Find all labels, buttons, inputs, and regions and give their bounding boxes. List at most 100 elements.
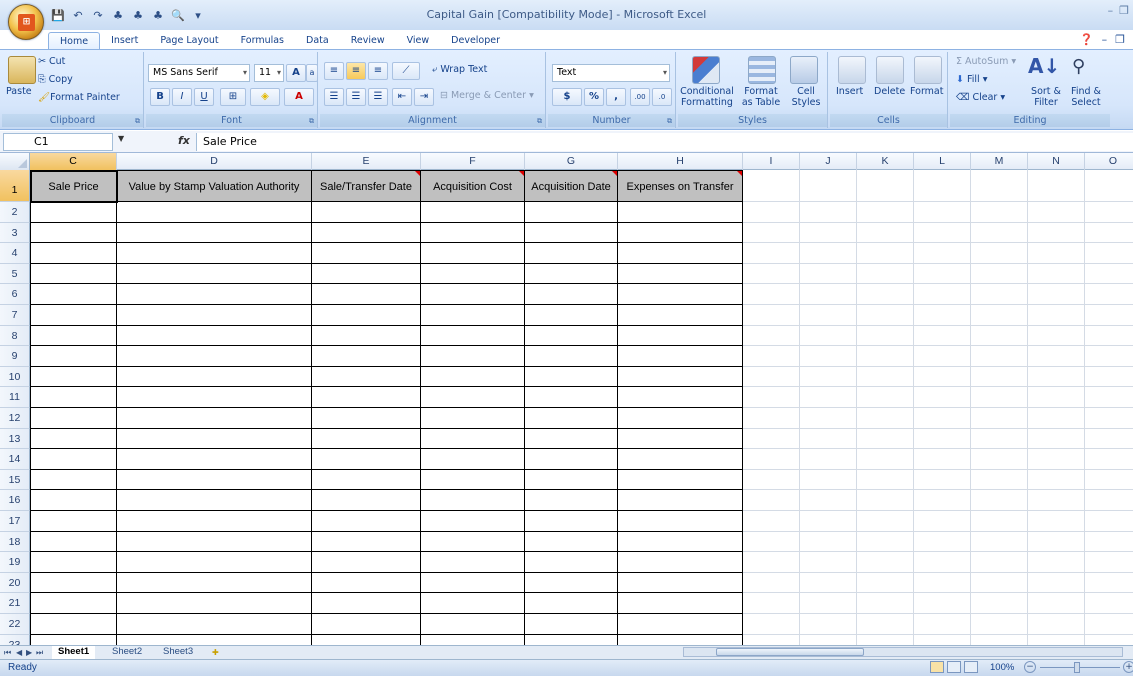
table-cell[interactable]	[618, 531, 743, 553]
paste-icon[interactable]	[8, 56, 36, 84]
sheet-tab-sheet1[interactable]: Sheet1	[52, 646, 96, 659]
sort-az-icon[interactable]: A↓	[1028, 54, 1060, 78]
table-cell[interactable]	[421, 243, 525, 264]
row-header[interactable]: 23	[0, 634, 30, 645]
cut-button[interactable]: ✂ Cut	[38, 56, 65, 67]
table-cell[interactable]	[312, 325, 421, 347]
font-size-select[interactable]: 11 ▾	[254, 64, 284, 82]
table-cell[interactable]	[117, 243, 312, 264]
tab-formulas[interactable]: Formulas	[230, 32, 295, 50]
table-cell[interactable]	[312, 346, 421, 367]
table-cell[interactable]	[312, 634, 421, 645]
percent-button[interactable]: %	[584, 88, 604, 106]
table-cell[interactable]	[618, 593, 743, 614]
table-cell[interactable]	[312, 614, 421, 635]
table-cell[interactable]	[312, 428, 421, 450]
table-cell[interactable]	[117, 284, 312, 305]
table-cell[interactable]	[618, 511, 743, 532]
tab-data[interactable]: Data	[295, 32, 340, 50]
table-cell[interactable]	[525, 305, 618, 326]
tab-view[interactable]: View	[396, 32, 441, 50]
table-cell[interactable]	[117, 593, 312, 614]
table-cell[interactable]	[312, 263, 421, 285]
table-cell[interactable]	[312, 305, 421, 326]
table-cell[interactable]	[117, 387, 312, 408]
table-cell[interactable]	[421, 325, 525, 347]
table-cell[interactable]	[525, 531, 618, 553]
tab-home[interactable]: Home	[48, 32, 101, 50]
table-cell[interactable]	[312, 572, 421, 594]
table-cell[interactable]	[117, 263, 312, 285]
table-cell[interactable]	[30, 408, 117, 429]
office-button[interactable]: ⊞	[8, 4, 44, 40]
insert-button[interactable]: Insert	[836, 86, 863, 97]
table-cell[interactable]	[30, 531, 117, 553]
format-button[interactable]: Format	[910, 86, 943, 97]
table-cell[interactable]	[312, 469, 421, 491]
row-header[interactable]: 5	[0, 263, 30, 285]
table-cell[interactable]	[525, 469, 618, 491]
row-header[interactable]: 4	[0, 243, 30, 264]
table-cell[interactable]	[312, 202, 421, 223]
spreadsheet-grid[interactable]: C D E F G H I J K L M N O 1 Sale Price Val…	[0, 153, 1133, 645]
table-cell[interactable]	[618, 325, 743, 347]
row-header[interactable]: 13	[0, 428, 30, 450]
table-cell[interactable]	[30, 593, 117, 614]
row-header[interactable]: 14	[0, 449, 30, 470]
table-cell[interactable]	[421, 614, 525, 635]
table-cell[interactable]	[421, 202, 525, 223]
table-cell[interactable]	[618, 263, 743, 285]
table-cell[interactable]	[117, 511, 312, 532]
table-cell[interactable]	[30, 490, 117, 511]
table-cell[interactable]	[312, 531, 421, 553]
table-cell[interactable]	[618, 284, 743, 305]
row-header[interactable]: 19	[0, 552, 30, 573]
format-as-table-icon[interactable]	[748, 56, 776, 84]
table-cell[interactable]	[421, 552, 525, 573]
table-cell[interactable]	[618, 490, 743, 511]
table-cell[interactable]	[618, 572, 743, 594]
merge-center-button[interactable]: ⊟ Merge & Center ▾	[440, 90, 534, 101]
table-cell[interactable]	[421, 511, 525, 532]
insert-sheet-icon[interactable]: ✚	[212, 646, 219, 659]
table-cell[interactable]	[421, 490, 525, 511]
row-header[interactable]: 21	[0, 593, 30, 614]
decrease-decimal-button[interactable]: .0	[652, 88, 672, 106]
table-cell[interactable]	[30, 346, 117, 367]
table-cell[interactable]	[312, 511, 421, 532]
fill-button[interactable]: ⬇ Fill ▾	[956, 74, 987, 85]
header-cell[interactable]: Acquisition Date	[525, 170, 618, 202]
header-cell[interactable]: Value by Stamp Valuation Authority	[117, 170, 312, 202]
table-cell[interactable]	[618, 202, 743, 223]
dialog-launcher-icon[interactable]: ⧉	[667, 117, 672, 126]
table-cell[interactable]	[117, 408, 312, 429]
tab-developer[interactable]: Developer	[440, 32, 511, 50]
row-header[interactable]: 18	[0, 531, 30, 553]
table-cell[interactable]	[117, 346, 312, 367]
table-cell[interactable]	[312, 222, 421, 244]
column-header-n[interactable]: N	[1028, 153, 1085, 170]
table-cell[interactable]	[117, 305, 312, 326]
table-cell[interactable]	[421, 284, 525, 305]
italic-button[interactable]: I	[172, 88, 192, 106]
align-top-button[interactable]: ≡	[324, 62, 344, 80]
table-cell[interactable]	[117, 222, 312, 244]
table-cell[interactable]	[312, 552, 421, 573]
name-box[interactable]: C1	[3, 133, 113, 151]
format-cells-icon[interactable]	[914, 56, 942, 84]
page-break-view-icon[interactable]	[964, 661, 978, 673]
table-cell[interactable]	[421, 428, 525, 450]
table-cell[interactable]	[421, 408, 525, 429]
column-header-i[interactable]: I	[743, 153, 800, 170]
table-cell[interactable]	[312, 449, 421, 470]
table-cell[interactable]	[618, 408, 743, 429]
conditional-formatting-button[interactable]: Conditional Formatting	[678, 86, 736, 108]
row-header[interactable]: 20	[0, 572, 30, 594]
table-cell[interactable]	[421, 593, 525, 614]
table-cell[interactable]	[618, 222, 743, 244]
increase-decimal-button[interactable]: .00	[630, 88, 650, 106]
table-cell[interactable]	[117, 531, 312, 553]
cell-styles-button[interactable]: Cell Styles	[784, 86, 828, 108]
table-cell[interactable]	[421, 222, 525, 244]
table-cell[interactable]	[618, 366, 743, 388]
